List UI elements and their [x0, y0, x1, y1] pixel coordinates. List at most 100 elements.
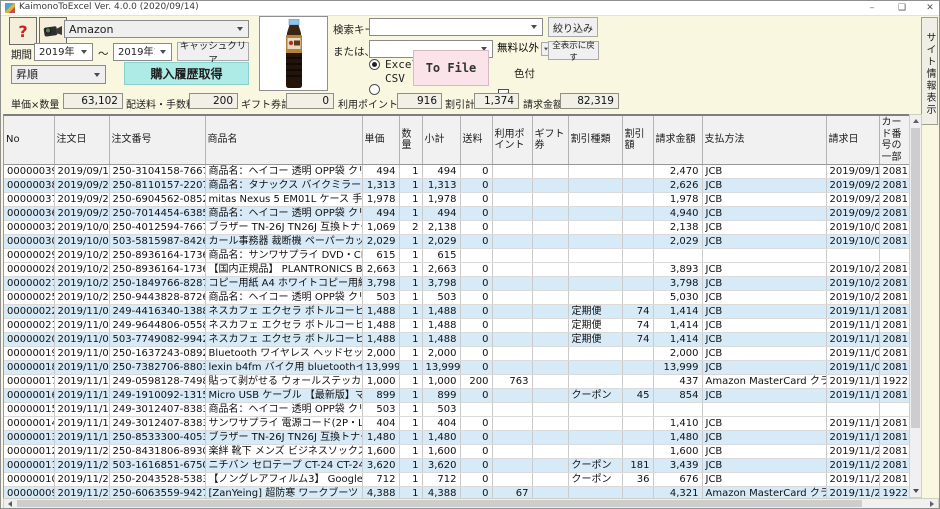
table-row[interactable]: 000000122019/11/22250-8431806-8930256楽絆 … — [4, 445, 909, 459]
cell[interactable] — [532, 207, 568, 221]
cell[interactable]: 2019/10/02 — [826, 221, 879, 235]
cell[interactable]: 2019/10/02 — [54, 221, 109, 235]
cell[interactable]: 定期便 — [568, 319, 622, 333]
cell[interactable] — [492, 473, 532, 487]
cell[interactable] — [492, 235, 532, 249]
cell[interactable]: 0 — [460, 221, 492, 235]
cell[interactable]: 2019/11/11 — [54, 417, 109, 431]
table-row[interactable]: 000000292019/10/21250-8936164-1736604商品名… — [4, 249, 909, 263]
cell[interactable]: 2019/09/25 — [54, 207, 109, 221]
cell[interactable] — [492, 417, 532, 431]
cell[interactable]: 250-1637243-0892638 — [109, 347, 205, 361]
cell[interactable]: 5,030 — [653, 291, 702, 305]
cell[interactable]: 0 — [460, 319, 492, 333]
cell[interactable]: 1 — [399, 487, 422, 499]
cell[interactable] — [492, 249, 532, 263]
vertical-scroll-thumb[interactable] — [911, 128, 920, 428]
cell[interactable]: 0 — [460, 417, 492, 431]
cell[interactable]: 404 — [422, 417, 460, 431]
cell[interactable] — [492, 361, 532, 375]
cell[interactable]: 3,620 — [362, 459, 399, 473]
cell[interactable]: 2,663 — [362, 263, 399, 277]
cell[interactable]: 0 — [460, 333, 492, 347]
cell[interactable]: 1,000 — [422, 375, 460, 389]
cell[interactable]: 2019/11/02 — [54, 333, 109, 347]
cell[interactable]: 0 — [460, 361, 492, 375]
cell[interactable]: 2,000 — [422, 347, 460, 361]
cell[interactable] — [568, 179, 622, 193]
cell[interactable] — [492, 179, 532, 193]
cell[interactable]: Amazon MasterCard クラシ... — [702, 375, 826, 389]
cell[interactable] — [532, 291, 568, 305]
cell[interactable]: 2019/11/11 — [826, 389, 879, 403]
cell[interactable]: 1922 — [879, 375, 909, 389]
cell[interactable]: 2,470 — [653, 165, 702, 179]
cell[interactable]: クーポン — [568, 389, 622, 403]
show-all-button[interactable]: 全表示に戻す — [548, 41, 599, 60]
cell[interactable]: 250-6904562-0852651 — [109, 193, 205, 207]
period-from-select[interactable]: 2019年 9月 — [34, 43, 93, 61]
table-row[interactable]: 000000142019/11/11249-3012407-8383009サンワ… — [4, 417, 909, 431]
cell[interactable]: 00000019 — [4, 347, 54, 361]
cell[interactable] — [622, 179, 653, 193]
cell[interactable] — [622, 487, 653, 499]
close-icon[interactable]: ✕ — [917, 1, 940, 16]
table-row[interactable]: 000000362019/09/25250-7014454-6385453商品名… — [4, 207, 909, 221]
cell[interactable] — [492, 445, 532, 459]
cell[interactable]: 0 — [460, 277, 492, 291]
cell[interactable]: 0 — [460, 459, 492, 473]
cell[interactable]: 2019/11/26 — [54, 473, 109, 487]
cell[interactable]: 1,978 — [362, 193, 399, 207]
cell[interactable] — [622, 193, 653, 207]
cell[interactable] — [532, 165, 568, 179]
cell[interactable]: 1,488 — [362, 319, 399, 333]
cell[interactable]: Micro USB ケーブル 【最新版】マイク... — [205, 389, 362, 403]
cell[interactable]: 1,414 — [653, 333, 702, 347]
cell[interactable]: JCB — [702, 165, 826, 179]
cell[interactable] — [492, 319, 532, 333]
cell[interactable]: 00000018 — [4, 361, 54, 375]
table-row[interactable]: 000000212019/11/02249-9644806-0558250ネスカ… — [4, 319, 909, 333]
cell[interactable] — [568, 249, 622, 263]
cell[interactable]: 2081 — [879, 473, 909, 487]
cell[interactable]: 2019/11/22 — [826, 445, 879, 459]
cell[interactable] — [622, 431, 653, 445]
cell[interactable]: 1 — [399, 431, 422, 445]
cell[interactable] — [532, 375, 568, 389]
cell[interactable] — [492, 291, 532, 305]
column-header[interactable]: 請求日 — [826, 116, 879, 165]
cell[interactable]: 3,798 — [653, 277, 702, 291]
cell[interactable]: 74 — [622, 333, 653, 347]
cell[interactable]: 1 — [399, 263, 422, 277]
cell[interactable]: 4,388 — [422, 487, 460, 499]
cell[interactable]: 00000036 — [4, 207, 54, 221]
cell[interactable]: 2,029 — [362, 235, 399, 249]
cell[interactable]: 1 — [399, 235, 422, 249]
cell[interactable]: 2019/09/26 — [826, 193, 879, 207]
cell[interactable]: 2,029 — [422, 235, 460, 249]
cell[interactable]: 763 — [492, 375, 532, 389]
cell[interactable]: 0 — [460, 193, 492, 207]
cell[interactable] — [492, 333, 532, 347]
cell[interactable]: 1,480 — [422, 431, 460, 445]
cell[interactable] — [622, 263, 653, 277]
cache-clear-button[interactable]: キャッシュクリア — [177, 42, 249, 61]
column-header[interactable]: 請求金額 — [653, 116, 702, 165]
cell[interactable] — [532, 179, 568, 193]
column-header[interactable]: 支払方法 — [702, 116, 826, 165]
cell[interactable]: 74 — [622, 305, 653, 319]
cell[interactable]: カール事務器 裁断機 ペーパーカッター ... — [205, 235, 362, 249]
cell[interactable]: 0 — [460, 165, 492, 179]
cell[interactable]: ネスカフェ エクセラ ボトルコーヒー 無... — [205, 319, 362, 333]
cell[interactable]: 00000029 — [4, 249, 54, 263]
column-header[interactable]: 単価 — [362, 116, 399, 165]
cell[interactable]: 615 — [362, 249, 399, 263]
cell[interactable]: 2081 — [879, 431, 909, 445]
cell[interactable]: 2019/11/25 — [826, 459, 879, 473]
cell[interactable] — [568, 193, 622, 207]
cell[interactable]: クーポン — [568, 473, 622, 487]
cell[interactable] — [492, 389, 532, 403]
cell[interactable] — [826, 249, 879, 263]
cell[interactable]: 1 — [399, 375, 422, 389]
cell[interactable]: JCB — [702, 333, 826, 347]
